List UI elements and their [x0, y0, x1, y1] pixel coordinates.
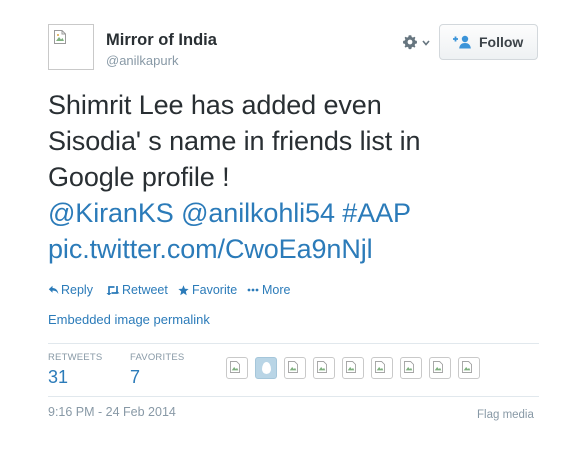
- broken-image-icon: [288, 361, 298, 373]
- divider: [48, 343, 539, 344]
- follow-label: Follow: [479, 34, 524, 50]
- follow-button[interactable]: Follow: [439, 24, 538, 60]
- broken-image-icon: [54, 30, 66, 44]
- add-user-icon: [453, 35, 471, 49]
- favoriter-avatar-egg[interactable]: [255, 357, 277, 379]
- tweet-timestamp[interactable]: 9:16 PM - 24 Feb 2014: [48, 405, 176, 419]
- ellipsis-icon: [247, 288, 259, 292]
- embedded-image-permalink[interactable]: Embedded image permalink: [48, 312, 210, 327]
- favorites-label: FAVORITES: [130, 352, 185, 363]
- media-link[interactable]: pic.twitter.com/CwoEa9nNjl: [48, 234, 373, 264]
- embedded-tweet: Mirror of India @anilkapurk Follow Shimr…: [0, 0, 587, 452]
- mention-link-kiranks[interactable]: @KiranKS: [48, 198, 174, 228]
- favorites-count[interactable]: 7: [130, 367, 140, 388]
- retweets-label: RETWEETS: [48, 352, 103, 363]
- media-link-line: pic.twitter.com/CwoEa9nNjl: [48, 231, 548, 267]
- settings-dropdown[interactable]: [402, 34, 432, 50]
- broken-image-icon: [404, 361, 414, 373]
- favorite-label: Favorite: [192, 283, 238, 297]
- divider: [48, 396, 539, 397]
- reply-icon: [48, 285, 59, 294]
- mention-link-anilkohli54[interactable]: @anilkohli54: [181, 198, 335, 228]
- retweets-count[interactable]: 31: [48, 367, 68, 388]
- favoriter-avatar[interactable]: [313, 357, 335, 379]
- broken-image-icon: [462, 361, 472, 373]
- user-avatar[interactable]: [48, 24, 94, 70]
- tweet-text: Shimrit Lee has added even Sisodia' s na…: [48, 87, 548, 267]
- favoriter-avatar[interactable]: [342, 357, 364, 379]
- tweet-text-line: Google profile !: [48, 162, 230, 192]
- favoriter-avatar[interactable]: [400, 357, 422, 379]
- favoriter-avatar[interactable]: [371, 357, 393, 379]
- egg-icon: [262, 362, 271, 374]
- star-icon: [178, 285, 189, 296]
- tweet-links-line: @KiranKS @anilkohli54 #AAP: [48, 195, 548, 231]
- broken-image-icon: [346, 361, 356, 373]
- gear-icon: [403, 35, 417, 50]
- favoriter-avatar[interactable]: [458, 357, 480, 379]
- chevron-down-icon: [422, 40, 430, 46]
- favoriter-avatar[interactable]: [226, 357, 248, 379]
- user-display-name[interactable]: Mirror of India: [106, 31, 217, 50]
- reply-label: Reply: [61, 283, 93, 297]
- more-label: More: [262, 283, 291, 297]
- broken-image-icon: [317, 361, 327, 373]
- retweet-label: Retweet: [122, 283, 168, 297]
- favoriter-avatar[interactable]: [284, 357, 306, 379]
- broken-image-icon: [433, 361, 443, 373]
- user-screen-name[interactable]: @anilkapurk: [106, 53, 178, 68]
- hashtag-link-aap[interactable]: #AAP: [342, 198, 411, 228]
- tweet-text-line: Sisodia' s name in friends list in: [48, 126, 421, 156]
- retweet-icon: [106, 286, 120, 295]
- broken-image-icon: [230, 361, 240, 373]
- tweet-text-line: Shimrit Lee has added even: [48, 90, 382, 120]
- flag-media-link[interactable]: Flag media: [477, 409, 534, 421]
- favoriter-avatar[interactable]: [429, 357, 451, 379]
- broken-image-icon: [375, 361, 385, 373]
